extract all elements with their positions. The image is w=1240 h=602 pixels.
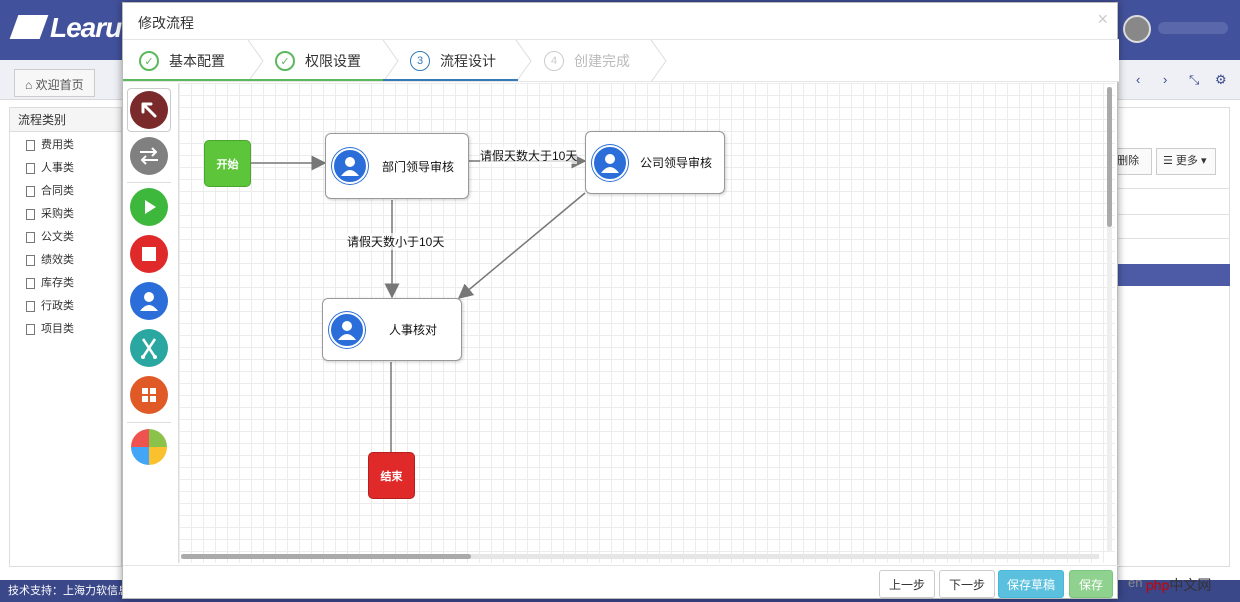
- start-node-icon[interactable]: [130, 188, 168, 226]
- category-item[interactable]: 费用类: [10, 134, 121, 157]
- save-draft-button[interactable]: 保存草稿: [998, 570, 1064, 598]
- tool-palette: [123, 83, 178, 563]
- start-node[interactable]: 开始: [204, 140, 251, 187]
- step-flow-design[interactable]: 3 流程设计: [410, 40, 496, 82]
- wizard-steps: ✓ 基本配置 ✓ 权限设置 3 流程设计 4 创建完成: [123, 39, 1119, 83]
- next-step-button[interactable]: 下一步: [939, 570, 995, 598]
- node-company-leader-review[interactable]: 公司领导审核: [585, 131, 725, 194]
- step-basic-config[interactable]: ✓ 基本配置: [139, 40, 225, 82]
- horizontal-scrollbar[interactable]: [181, 554, 1099, 559]
- end-node[interactable]: 结束: [368, 452, 415, 499]
- check-icon: ✓: [139, 51, 159, 71]
- app-logo: Learu: [9, 12, 122, 44]
- step-progress-current: [383, 79, 518, 81]
- modal-title: 修改流程: [138, 15, 194, 31]
- category-list: 费用类 人事类 合同类 采购类 公文类 绩效类 库存类 行政类 项目类: [10, 132, 121, 341]
- tab-home[interactable]: ⌂ 欢迎首页: [14, 69, 95, 97]
- close-icon[interactable]: ×: [1097, 9, 1108, 30]
- fullscreen-icon[interactable]: ⤡: [1189, 72, 1199, 88]
- vertical-scrollbar[interactable]: [1107, 87, 1112, 552]
- category-panel-title: 流程类别: [10, 108, 121, 132]
- step-permission[interactable]: ✓ 权限设置: [275, 40, 361, 82]
- divider: [1117, 188, 1230, 189]
- category-item[interactable]: 库存类: [10, 272, 121, 295]
- scroll-thumb[interactable]: [1107, 87, 1112, 227]
- user-icon: [329, 311, 365, 348]
- user-icon: [592, 144, 628, 181]
- edge-label-over-10-days: 请假天数大于10天: [480, 147, 578, 164]
- user-node-icon[interactable]: [130, 282, 168, 320]
- step-number: 4: [544, 51, 564, 71]
- list-icon: ☰: [1163, 155, 1176, 167]
- category-item[interactable]: 公文类: [10, 226, 121, 249]
- divider: [127, 182, 171, 183]
- step-number: 3: [410, 51, 430, 71]
- prev-step-button[interactable]: 上一步: [879, 570, 935, 598]
- check-icon: ✓: [275, 51, 295, 71]
- home-icon: ⌂: [25, 78, 36, 92]
- save-button[interactable]: 保存: [1069, 570, 1113, 598]
- edge-label-under-10-days: 请假天数小于10天: [347, 233, 445, 250]
- category-item[interactable]: 人事类: [10, 157, 121, 180]
- watermark-text: en: [1128, 575, 1143, 590]
- user-name-blurred: [1158, 22, 1228, 34]
- scroll-thumb[interactable]: [181, 554, 471, 559]
- transition-icon[interactable]: [130, 137, 168, 175]
- grid-panel: [1117, 107, 1230, 567]
- pie-chart-icon[interactable]: [130, 428, 168, 466]
- divider: [1117, 214, 1230, 215]
- document-icon: [26, 232, 35, 243]
- flow-canvas[interactable]: 开始 结束 部门领导审核 公司领导审核 人事核对 请假天数大于10天 请假天数小…: [178, 83, 1115, 563]
- node-dept-leader-review[interactable]: 部门领导审核: [325, 133, 469, 199]
- category-item[interactable]: 项目类: [10, 318, 121, 341]
- modal-footer: 上一步 下一步 保存草稿 保存: [123, 565, 1119, 600]
- category-item[interactable]: 采购类: [10, 203, 121, 226]
- document-icon: [26, 186, 35, 197]
- document-icon: [26, 140, 35, 151]
- node-hr-check[interactable]: 人事核对: [322, 298, 462, 361]
- document-icon: [26, 209, 35, 220]
- category-item[interactable]: 绩效类: [10, 249, 121, 272]
- step-complete[interactable]: 4 创建完成: [544, 40, 630, 82]
- selected-row[interactable]: [1117, 264, 1230, 286]
- edge-company-to-hr[interactable]: [457, 192, 586, 299]
- cursor-icon[interactable]: [130, 91, 168, 129]
- tab-prev-icon[interactable]: ‹: [1136, 72, 1140, 87]
- document-icon: [26, 301, 35, 312]
- end-node-icon[interactable]: [130, 235, 168, 273]
- document-icon: [26, 324, 35, 335]
- watermark-logo: php中文网: [1146, 577, 1212, 593]
- fork-icon[interactable]: [130, 329, 168, 367]
- more-button[interactable]: ☰ 更多 ▾: [1156, 148, 1216, 175]
- edit-flow-modal: 修改流程 × ✓ 基本配置 ✓ 权限设置 3 流程设计 4 创建完成 开始 结束…: [122, 2, 1119, 600]
- document-icon: [26, 163, 35, 174]
- footer-text: 技术支持：上海力软信息: [8, 585, 129, 597]
- tab-next-icon[interactable]: ›: [1163, 72, 1167, 87]
- category-item[interactable]: 合同类: [10, 180, 121, 203]
- category-item[interactable]: 行政类: [10, 295, 121, 318]
- subflow-icon[interactable]: [130, 376, 168, 414]
- divider: [127, 422, 171, 423]
- category-panel: 流程类别 费用类 人事类 合同类 采购类 公文类 绩效类 库存类 行政类 项目类: [9, 107, 122, 567]
- user-avatar[interactable]: [1123, 15, 1151, 43]
- document-icon: [26, 255, 35, 266]
- user-icon: [332, 148, 368, 184]
- gear-icon[interactable]: ⚙: [1215, 72, 1227, 88]
- document-icon: [26, 278, 35, 289]
- step-progress-done: [123, 79, 383, 81]
- divider: [1117, 238, 1230, 239]
